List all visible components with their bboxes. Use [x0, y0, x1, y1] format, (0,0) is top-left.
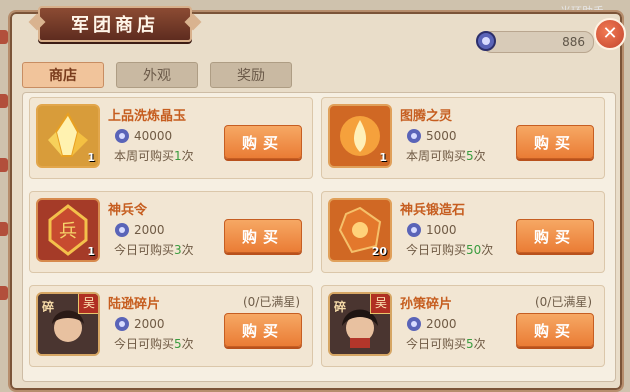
tab-rewards[interactable]: 奖励 [210, 62, 292, 88]
price-value: 1000 [426, 223, 457, 237]
star-status: (0/已满星) [534, 295, 592, 309]
buy-button[interactable]: 购买 [224, 125, 302, 159]
limit-count: 5 [466, 337, 474, 351]
price-value: 2000 [426, 317, 457, 331]
item-icon-box: 碎 吴 [36, 292, 100, 356]
faction-badge: 吴 [78, 294, 98, 314]
price-value: 2000 [134, 223, 165, 237]
gem-coin-icon [476, 31, 496, 51]
limit-unit: 次 [181, 243, 194, 257]
buy-label: 购买 [533, 133, 576, 152]
item-price: 2000 [114, 316, 165, 332]
frame-hooks [0, 30, 8, 370]
purchase-limit: 今日可购买50次 [406, 241, 493, 258]
item-name: 孙策碎片 [400, 297, 453, 312]
item-quantity: 1 [87, 151, 95, 164]
limit-text: 今日可购买 [406, 337, 467, 351]
currency-display: 886 [476, 31, 594, 53]
shop-item-card: 碎 吴 孙策碎片 (0/已满星) 2000 今日可购买5次 购买 [321, 285, 605, 367]
gem-coin-icon [407, 223, 421, 237]
item-quantity: 1 [87, 245, 95, 258]
close-icon: ✕ [602, 23, 618, 44]
currency-amount: 886 [562, 35, 585, 49]
limit-unit: 次 [181, 149, 194, 163]
limit-text: 本周可购买 [114, 149, 175, 163]
tab-shop[interactable]: 商店 [22, 62, 104, 88]
gem-coin-icon [407, 129, 421, 143]
token-glyph: 兵 [59, 221, 77, 242]
gem-coin-icon [115, 129, 129, 143]
limit-text: 本周可购买 [406, 149, 467, 163]
buy-label: 购买 [241, 227, 284, 246]
item-name: 图腾之灵 [400, 109, 453, 124]
limit-unit: 次 [481, 243, 494, 257]
limit-text: 今日可购买 [114, 243, 175, 257]
gem-coin-icon [115, 223, 129, 237]
price-value: 2000 [134, 317, 165, 331]
shop-item-card: 1 上品洗炼晶玉 40000 本周可购买1次 购买 [29, 97, 313, 179]
limit-text: 今日可购买 [406, 243, 467, 257]
limit-count: 5 [466, 149, 474, 163]
buy-button[interactable]: 购买 [224, 313, 302, 347]
item-icon-box: 兵 1 [36, 198, 100, 262]
item-quantity: 20 [371, 245, 387, 258]
limit-unit: 次 [473, 149, 486, 163]
limit-count: 50 [466, 243, 482, 257]
tab-appearance[interactable]: 外观 [116, 62, 198, 88]
item-icon-box: 1 [328, 104, 392, 168]
purchase-limit: 今日可购买5次 [406, 335, 486, 352]
price-value: 5000 [426, 129, 457, 143]
limit-count: 5 [174, 337, 182, 351]
item-price: 40000 [114, 128, 172, 144]
buy-label: 购买 [241, 321, 284, 340]
price-value: 40000 [134, 129, 173, 143]
shop-item-card: 1 图腾之灵 5000 本周可购买5次 购买 [321, 97, 605, 179]
tab-bar: 商店 外观 奖励 [22, 62, 292, 88]
fragment-mark: 碎 [334, 300, 347, 314]
buy-label: 购买 [241, 133, 284, 152]
limit-count: 1 [174, 149, 182, 163]
purchase-limit: 本周可购买1次 [114, 147, 194, 164]
buy-button[interactable]: 购买 [516, 219, 594, 253]
item-name: 上品洗炼晶玉 [108, 109, 187, 124]
item-grid: 1 上品洗炼晶玉 40000 本周可购买1次 购买 1 图腾之灵 5000 本周… [22, 92, 616, 382]
purchase-limit: 今日可购买5次 [114, 335, 194, 352]
limit-text: 今日可购买 [114, 337, 175, 351]
fragment-mark: 碎 [42, 300, 55, 314]
star-status: (0/已满星) [242, 295, 300, 309]
item-quantity: 1 [379, 151, 387, 164]
limit-count: 3 [174, 243, 182, 257]
title-banner: 军团商店 [28, 6, 202, 42]
tab-label: 外观 [143, 68, 171, 84]
close-button[interactable]: ✕ [594, 18, 626, 50]
purchase-limit: 本周可购买5次 [406, 147, 486, 164]
shop-item-card: 兵 1 神兵令 2000 今日可购买3次 购买 [29, 191, 313, 273]
tab-label: 奖励 [237, 68, 265, 84]
item-name: 神兵锻造石 [400, 203, 466, 218]
buy-button[interactable]: 购买 [516, 125, 594, 159]
limit-unit: 次 [181, 337, 194, 351]
item-price: 2000 [114, 222, 165, 238]
buy-label: 购买 [533, 321, 576, 340]
item-price: 2000 [406, 316, 457, 332]
shop-item-card: 20 神兵锻造石 1000 今日可购买50次 购买 [321, 191, 605, 273]
item-name: 陆逊碎片 [108, 297, 161, 312]
buy-button[interactable]: 购买 [516, 313, 594, 347]
item-icon-box: 1 [36, 104, 100, 168]
item-icon-box: 碎 吴 [328, 292, 392, 356]
limit-unit: 次 [473, 337, 486, 351]
page-title: 军团商店 [71, 15, 159, 36]
item-price: 5000 [406, 128, 457, 144]
purchase-limit: 今日可购买3次 [114, 241, 194, 258]
shop-item-card: 碎 吴 陆逊碎片 (0/已满星) 2000 今日可购买5次 购买 [29, 285, 313, 367]
buy-label: 购买 [533, 227, 576, 246]
item-icon-box: 20 [328, 198, 392, 262]
item-name: 神兵令 [108, 203, 148, 218]
item-price: 1000 [406, 222, 457, 238]
buy-button[interactable]: 购买 [224, 219, 302, 253]
faction-badge: 吴 [370, 294, 390, 314]
gem-coin-icon [115, 317, 129, 331]
tab-label: 商店 [49, 68, 77, 84]
gem-coin-icon [407, 317, 421, 331]
